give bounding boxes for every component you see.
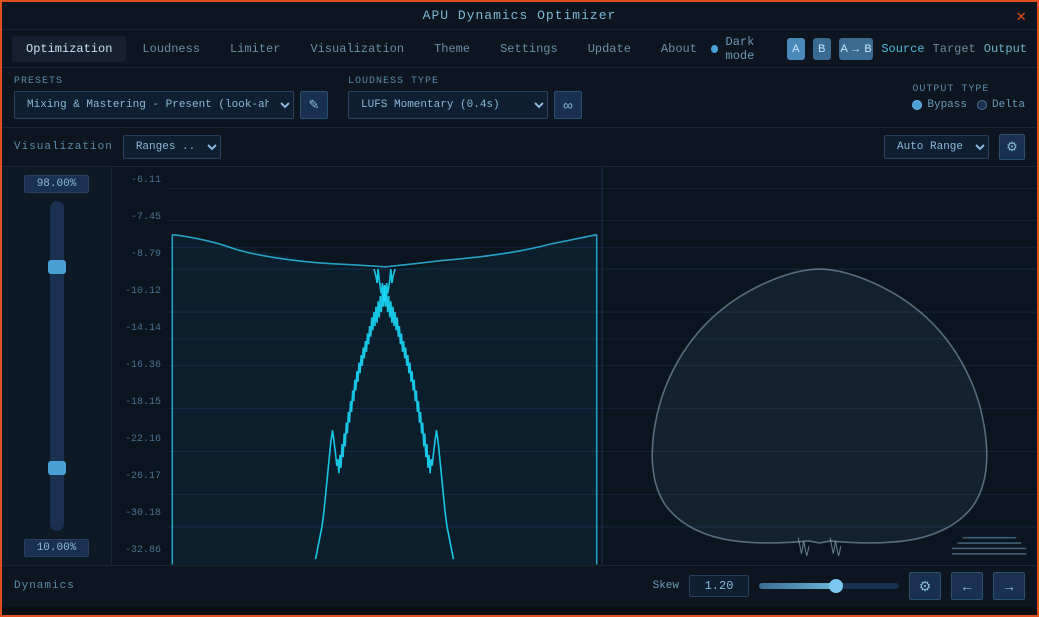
y-label-9: -30.18	[118, 508, 161, 519]
close-button[interactable]: ✕	[1016, 6, 1027, 26]
preset-select[interactable]: Mixing & Mastering - Present (look-ahead…	[14, 91, 294, 119]
auto-range-select[interactable]: Auto Range	[884, 135, 989, 159]
range-slider[interactable]	[50, 201, 64, 531]
y-label-2: -8.79	[118, 249, 161, 260]
presets-label: Presets	[14, 76, 328, 87]
tab-loudness[interactable]: Loudness	[128, 36, 214, 62]
skew-label: Skew	[653, 580, 679, 592]
dynamics-settings-button[interactable]: ⚙	[909, 572, 941, 600]
tab-optimization[interactable]: Optimization	[12, 36, 126, 62]
bypass-label: Bypass	[927, 99, 967, 111]
tab-visualization[interactable]: Visualization	[296, 36, 418, 62]
y-axis: -6.11 -7.45 -8.79 -10.12 -14.14 -16.36 -…	[112, 167, 167, 565]
nav-bar: Optimization Loudness Limiter Visualizat…	[2, 30, 1037, 68]
y-label-0: -6.11	[118, 175, 161, 186]
y-label-10: -32.86	[118, 545, 161, 556]
tab-limiter[interactable]: Limiter	[216, 36, 294, 62]
ab-button-a[interactable]: A	[787, 38, 805, 60]
dark-mode-label: Dark mode	[726, 35, 779, 63]
preset-edit-button[interactable]: ✎	[300, 91, 328, 119]
output-type-label: Output type	[912, 84, 1025, 95]
source-label: Source	[881, 42, 924, 56]
top-percent-label: 98.00%	[24, 175, 89, 193]
loudness-link-button[interactable]: ∞	[554, 91, 582, 119]
ab-button-b[interactable]: B	[813, 38, 831, 60]
presets-group: Presets Mixing & Mastering - Present (lo…	[14, 76, 328, 119]
skew-slider-fill	[759, 583, 836, 589]
slider-thumb-top[interactable]	[48, 260, 66, 274]
output-type-group: Output type Bypass Delta	[912, 84, 1025, 111]
y-label-6: -18.15	[118, 397, 161, 408]
output-label: Output	[984, 42, 1027, 56]
dynamics-prev-button[interactable]: ←	[951, 572, 983, 600]
title-bar: APU Dynamics Optimizer ✕	[2, 2, 1037, 30]
slider-thumb-bottom[interactable]	[48, 461, 66, 475]
bypass-option[interactable]: Bypass	[912, 99, 967, 111]
tab-theme[interactable]: Theme	[420, 36, 484, 62]
controls-row: Presets Mixing & Mastering - Present (lo…	[2, 68, 1037, 128]
chart-area: -6.11 -7.45 -8.79 -10.12 -14.14 -16.36 -…	[112, 167, 1037, 565]
delta-label: Delta	[992, 99, 1025, 111]
bypass-dot	[912, 100, 922, 110]
dynamics-bar: Dynamics Skew 1.20 ⚙ ← →	[2, 565, 1037, 607]
bottom-percent-label: 10.00%	[24, 539, 89, 557]
loudness-select[interactable]: LUFS Momentary (0.4s)	[348, 91, 548, 119]
slider-column: 98.00% 10.00%	[2, 167, 112, 565]
y-label-7: -22.16	[118, 434, 161, 445]
skew-value: 1.20	[689, 575, 749, 597]
y-label-4: -14.14	[118, 323, 161, 334]
dynamics-next-button[interactable]: →	[993, 572, 1025, 600]
tab-about[interactable]: About	[647, 36, 711, 62]
tab-update[interactable]: Update	[574, 36, 645, 62]
y-label-3: -10.12	[118, 286, 161, 297]
app-title: APU Dynamics Optimizer	[423, 8, 617, 23]
target-label: Target	[933, 42, 976, 56]
range-select[interactable]: Ranges ..	[123, 135, 221, 159]
skew-slider-handle[interactable]	[829, 579, 843, 593]
dynamics-label: Dynamics	[14, 580, 94, 592]
nav-right: Dark mode A B A → B Source Target Output	[711, 35, 1027, 63]
visualization-label: Visualization	[14, 141, 113, 153]
loudness-label: Loudness type	[348, 76, 582, 87]
tab-settings[interactable]: Settings	[486, 36, 572, 62]
presets-row: Mixing & Mastering - Present (look-ahead…	[14, 91, 328, 119]
visualization-settings-button[interactable]: ⚙	[999, 134, 1025, 160]
chart-canvas	[167, 167, 1037, 565]
viz-controls: Visualization Ranges .. Auto Range ⚙	[2, 128, 1037, 167]
delta-dot	[977, 100, 987, 110]
loudness-group: Loudness type LUFS Momentary (0.4s) ∞	[348, 76, 582, 119]
delta-option[interactable]: Delta	[977, 99, 1025, 111]
output-type-options: Bypass Delta	[912, 99, 1025, 111]
y-label-1: -7.45	[118, 212, 161, 223]
dark-mode-dot	[711, 45, 718, 53]
loudness-row: LUFS Momentary (0.4s) ∞	[348, 91, 582, 119]
y-label-8: -26.17	[118, 471, 161, 482]
nav-tabs: Optimization Loudness Limiter Visualizat…	[12, 36, 711, 62]
skew-slider[interactable]	[759, 583, 899, 589]
visualization-area: 98.00% 10.00% -6.11 -7.45 -8.79 -10.12 -…	[2, 167, 1037, 565]
y-label-5: -16.36	[118, 360, 161, 371]
ab-button-ab[interactable]: A → B	[839, 38, 873, 60]
